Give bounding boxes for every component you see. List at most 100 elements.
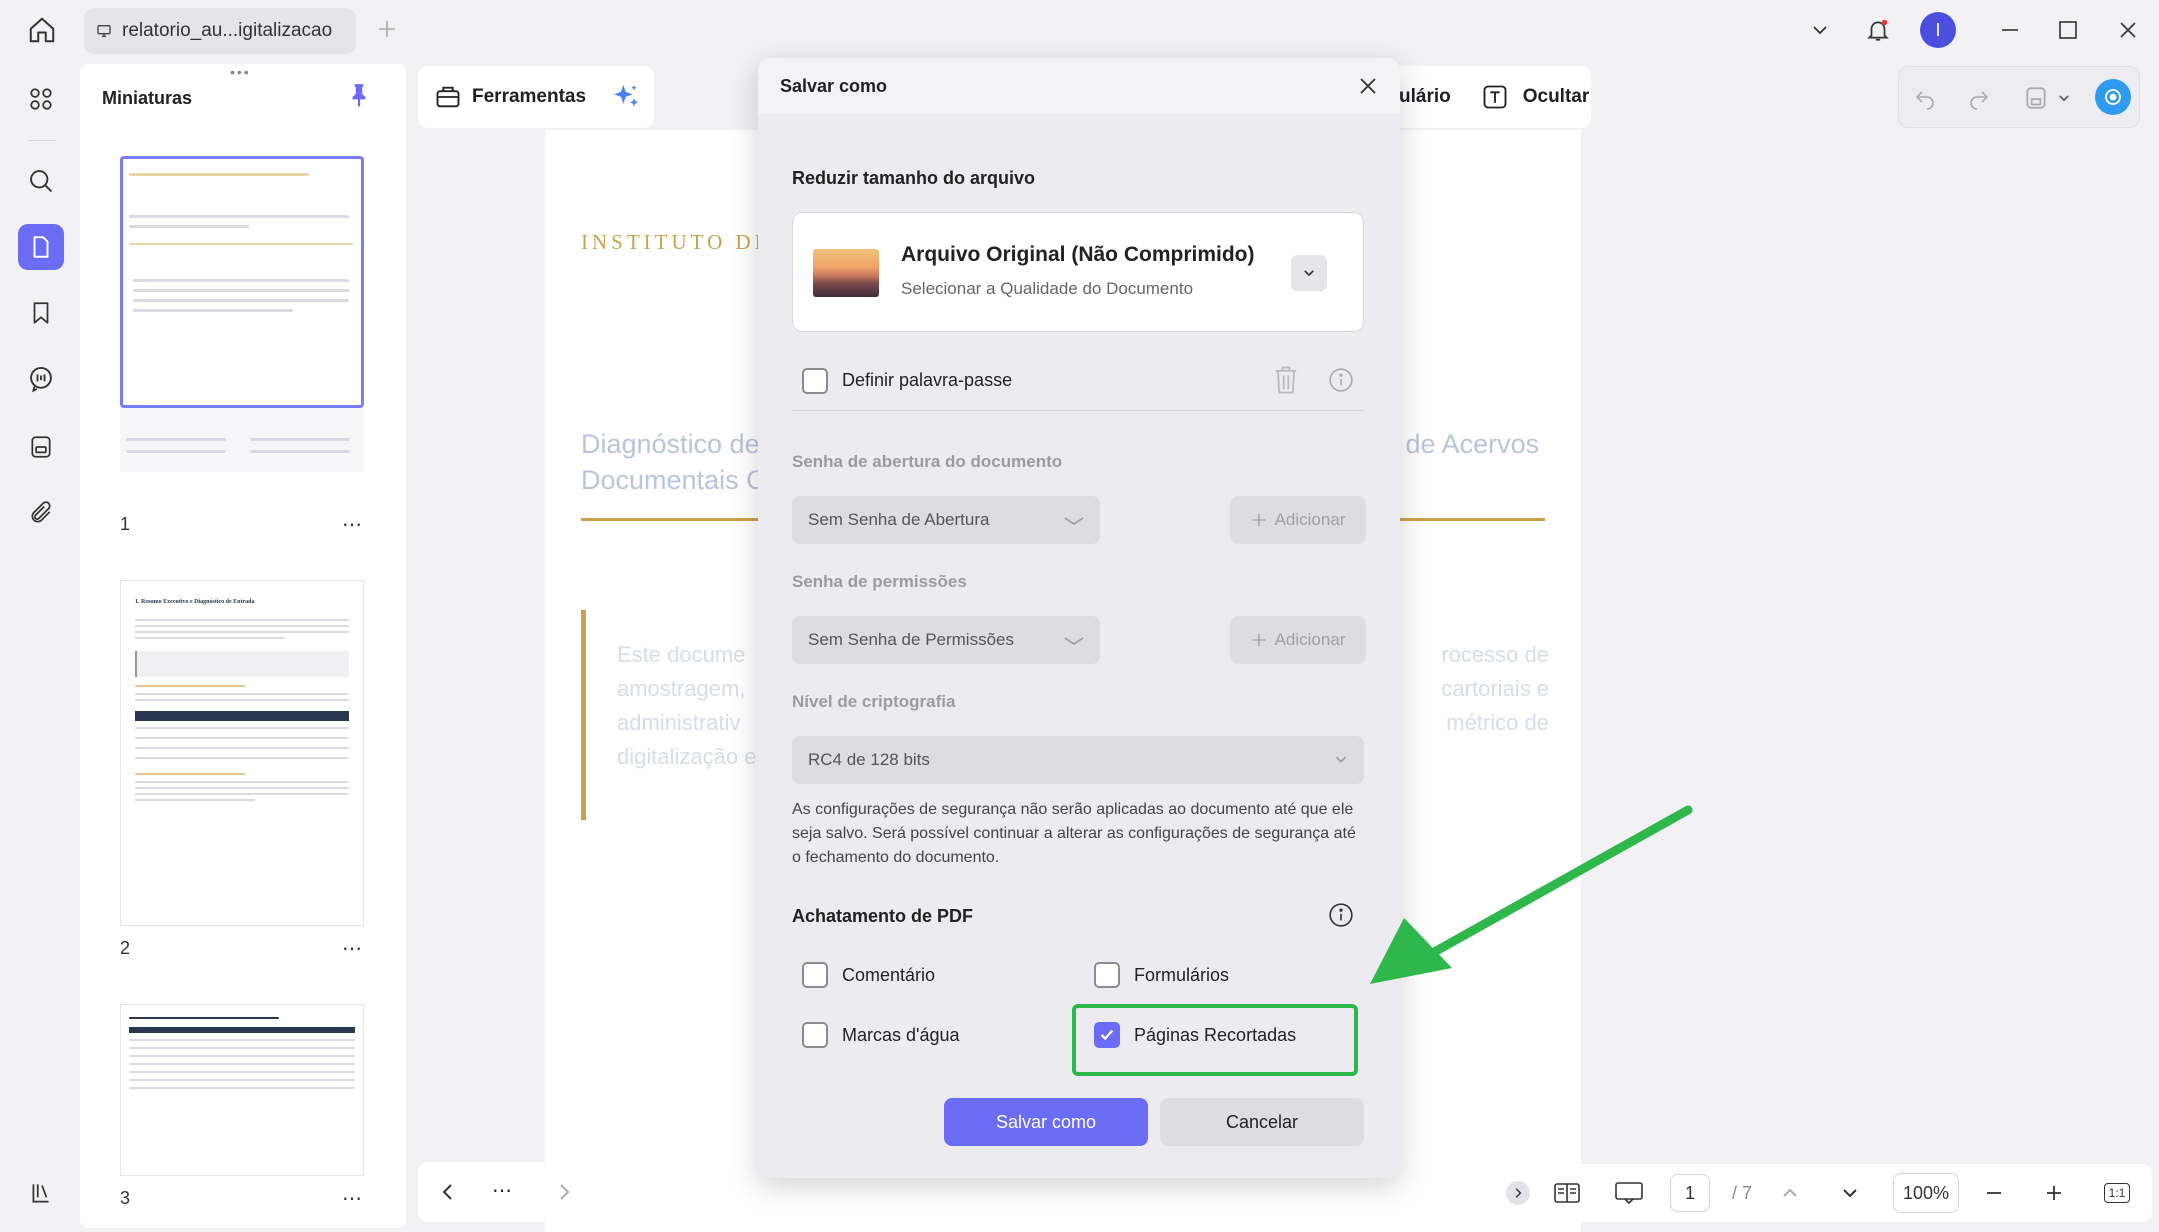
tools-button[interactable]: Ferramentas <box>418 66 654 128</box>
flatten-comment-checkbox[interactable] <box>802 962 828 988</box>
thumbnail-page-2[interactable]: 1. Resumo Executivo e Diagnóstico de Ent… <box>120 580 364 926</box>
cropped-pages-highlight <box>1072 1004 1358 1076</box>
minimize-button[interactable] <box>1990 10 2030 50</box>
dialog-divider <box>792 410 1364 411</box>
trash-icon[interactable] <box>1272 364 1300 396</box>
page-number-field[interactable]: 1 <box>1660 1164 1720 1222</box>
cancel-button[interactable]: Cancelar <box>1160 1098 1364 1146</box>
plus-icon <box>1252 513 1265 527</box>
thumbnail-table-header <box>135 711 349 721</box>
more-pages-button[interactable]: ⋯ <box>492 1178 512 1203</box>
pin-panel-button[interactable] <box>346 82 372 113</box>
open-password-select[interactable]: Sem Senha de Abertura <box>792 496 1100 544</box>
close-window-button[interactable] <box>2108 10 2148 50</box>
thumbnail-more-button[interactable]: ⋯ <box>342 1186 363 1211</box>
thumbnail-more-button[interactable]: ⋯ <box>342 936 363 961</box>
thumbnail-page-3[interactable] <box>120 1004 364 1176</box>
save-icon[interactable] <box>2023 85 2049 111</box>
flatten-watermarks-label: Marcas d'água <box>842 1025 960 1045</box>
next-page-button[interactable] <box>1830 1164 1870 1222</box>
document-paragraph-right: rocesso de cartoriais e métrico de <box>1405 638 1549 740</box>
quality-dropdown-button[interactable] <box>1291 255 1327 291</box>
quick-actions-bar <box>1898 66 2140 128</box>
previous-page-button[interactable] <box>1770 1164 1810 1222</box>
form-tool-label[interactable]: ulário <box>1399 86 1451 108</box>
zoom-level[interactable]: 100% <box>1893 1173 1959 1213</box>
ai-sparkle-icon[interactable] <box>610 81 642 113</box>
dialog-close-button[interactable] <box>1354 72 1382 100</box>
add-open-password-button[interactable]: Adicionar <box>1230 496 1366 544</box>
chevron-down-icon <box>1304 270 1314 277</box>
rail-bookmarks-button[interactable] <box>18 290 64 336</box>
encryption-value: RC4 de 128 bits <box>808 750 930 769</box>
chevron-down-icon[interactable] <box>2057 91 2071 105</box>
thumbnail-page-1[interactable] <box>120 156 364 408</box>
chevron-left-icon[interactable] <box>438 1182 458 1202</box>
expand-toolbar-button[interactable] <box>1498 1164 1538 1222</box>
maximize-button[interactable] <box>2048 10 2088 50</box>
rail-search-button[interactable] <box>18 158 64 204</box>
ai-assistant-button[interactable] <box>2095 79 2131 115</box>
zoom-out-button[interactable] <box>1974 1164 2014 1222</box>
info-icon[interactable] <box>1328 367 1354 393</box>
page-icon <box>33 236 49 258</box>
chevron-down-icon <box>1064 517 1084 525</box>
rail-comments-button[interactable] <box>18 356 64 402</box>
document-line: cartoriais e <box>1441 676 1549 701</box>
flatten-forms-checkbox[interactable] <box>1094 962 1120 988</box>
quality-preview-image <box>813 249 879 297</box>
chevron-right-icon[interactable] <box>554 1182 574 1202</box>
zoom-in-button[interactable] <box>2034 1164 2074 1222</box>
page-navigation-bar: ⋯ <box>418 1162 594 1222</box>
notifications-button[interactable] <box>1858 10 1898 50</box>
tools-label: Ferramentas <box>472 86 587 107</box>
undo-icon[interactable] <box>1913 86 1937 110</box>
rail-library-button[interactable] <box>18 1170 64 1216</box>
text-frame-icon <box>1483 85 1507 109</box>
hide-toolbar-button[interactable]: Ocultar <box>1481 83 1590 111</box>
quality-selector[interactable]: Arquivo Original (Não Comprimido) Seleci… <box>792 212 1364 332</box>
actual-size-label: 1:1 <box>2103 1183 2131 1203</box>
presentation-icon <box>1615 1182 1643 1205</box>
redo-icon[interactable] <box>1967 86 1991 110</box>
encryption-select[interactable]: RC4 de 128 bits <box>792 736 1364 784</box>
set-password-checkbox[interactable] <box>802 368 828 394</box>
thumbnail-page-number: 2 <box>120 938 131 958</box>
panel-resize-handle[interactable]: ••• <box>230 64 251 80</box>
actual-size-button[interactable]: 1:1 <box>2092 1164 2142 1222</box>
rail-thumbnails-button[interactable] <box>18 224 64 270</box>
comment-icon <box>30 366 52 393</box>
plus-icon <box>2047 1186 2061 1200</box>
new-tab-button[interactable] <box>372 14 402 44</box>
thumbnail-table-header <box>129 1027 355 1033</box>
page-layout-button[interactable] <box>1542 1164 1592 1222</box>
chevron-down-icon <box>1064 637 1084 645</box>
document-institute-heading: INSTITUTO DE <box>581 230 772 254</box>
reduce-size-heading: Reduzir tamanho do arquivo <box>792 168 1036 188</box>
tab-title: relatorio_au...igitalizacao <box>122 20 333 41</box>
zoom-level-field[interactable]: 100% <box>1886 1164 1966 1222</box>
thumbnail-more-button[interactable]: ⋯ <box>342 512 363 537</box>
rail-forms-button[interactable] <box>18 424 64 470</box>
close-icon <box>1360 78 1376 94</box>
rail-apps-button[interactable] <box>18 76 64 122</box>
current-page-input[interactable]: 1 <box>1670 1174 1710 1212</box>
rail-attachments-button[interactable] <box>18 490 64 536</box>
two-page-icon <box>1554 1183 1580 1203</box>
add-permissions-password-button[interactable]: Adicionar <box>1230 616 1366 664</box>
hide-label: Ocultar <box>1522 86 1590 107</box>
flatten-forms-label: Formulários <box>1134 965 1230 985</box>
left-rail <box>6 64 76 1228</box>
home-button[interactable] <box>22 12 62 48</box>
info-icon[interactable] <box>1328 902 1354 928</box>
presentation-button[interactable] <box>1604 1164 1654 1222</box>
flatten-watermarks-checkbox[interactable] <box>802 1022 828 1048</box>
chevron-right-icon <box>1515 1188 1522 1198</box>
save-as-button[interactable]: Salvar como <box>944 1098 1148 1146</box>
tabs-dropdown-button[interactable] <box>1800 10 1840 50</box>
page-total: / 7 <box>1731 1182 1752 1203</box>
permissions-password-select[interactable]: Sem Senha de Permissões <box>792 616 1100 664</box>
document-tab[interactable]: relatorio_au...igitalizacao <box>84 8 356 54</box>
minus-icon <box>1987 1192 2001 1194</box>
user-avatar-button[interactable]: I <box>1918 10 1958 50</box>
